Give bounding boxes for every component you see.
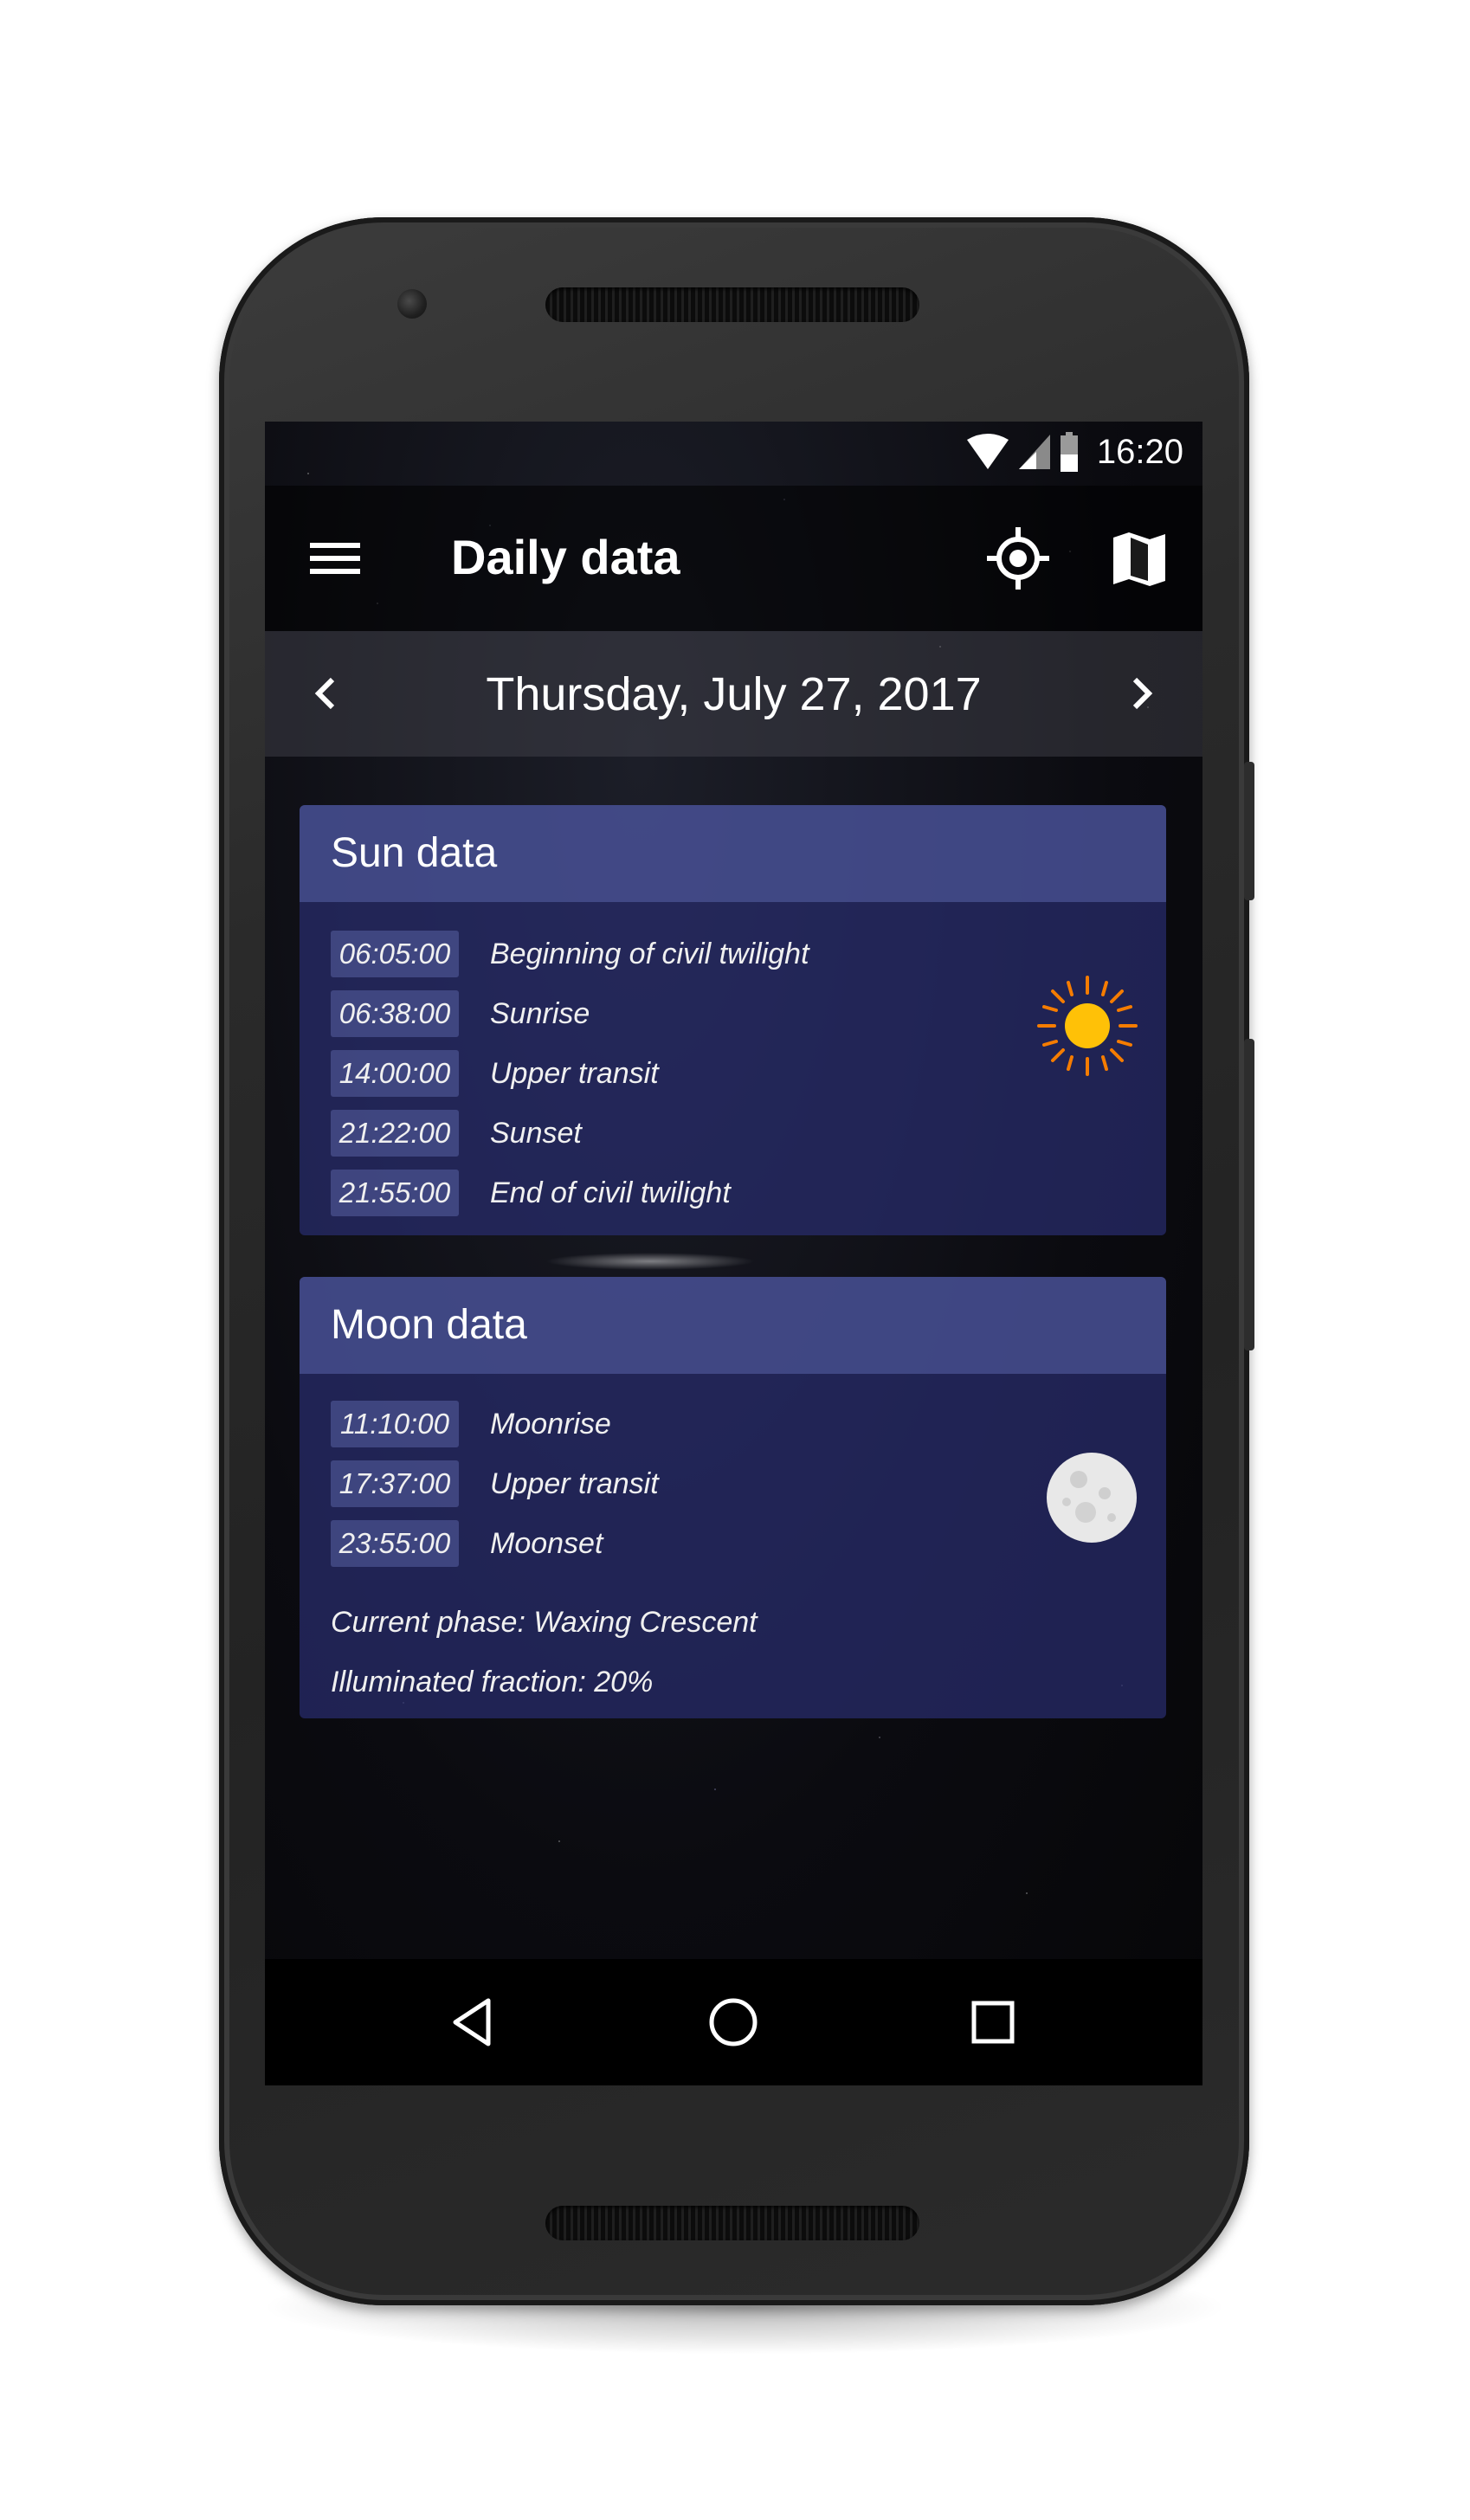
event-time: 11:10:00 (331, 1401, 459, 1447)
moon-event-row: 17:37:00 Upper transit (331, 1460, 659, 1508)
event-time: 21:22:00 (331, 1110, 459, 1157)
screen: 16:20 Daily data Thursday, July 27, 2017 (265, 422, 1202, 2085)
sun-icon (1037, 976, 1138, 1076)
moon-icon (1047, 1453, 1137, 1543)
front-camera (397, 289, 427, 319)
event-label: Beginning of civil twilight (490, 937, 809, 970)
event-time: 14:00:00 (331, 1050, 459, 1097)
event-label: Sunrise (490, 996, 590, 1030)
date-label: Thursday, July 27, 2017 (486, 668, 982, 720)
menu-icon[interactable] (308, 531, 364, 586)
moon-event-row: 11:10:00 Moonrise (331, 1400, 611, 1448)
moon-event-row: 23:55:00 Moonset (331, 1519, 603, 1568)
event-time: 17:37:00 (331, 1460, 459, 1507)
moon-card-title: Moon data (331, 1302, 527, 1348)
app-toolbar: Daily data (265, 486, 1202, 631)
event-time: 23:55:00 (331, 1520, 459, 1567)
sun-event-row: 21:22:00 Sunset (331, 1109, 582, 1157)
sun-data-card: Sun data 06:05:00 Beginning of civil twi… (300, 805, 1166, 1235)
map-icon[interactable] (1105, 524, 1174, 593)
event-label: Upper transit (490, 1466, 659, 1500)
bottom-speaker (545, 2206, 919, 2240)
cell-signal-icon (1018, 435, 1050, 469)
event-time: 21:55:00 (331, 1170, 459, 1216)
chevron-right-icon[interactable] (1114, 667, 1166, 719)
event-label: Upper transit (490, 1056, 659, 1090)
status-time: 16:20 (1096, 432, 1183, 471)
event-time: 06:05:00 (331, 931, 459, 977)
back-icon[interactable] (443, 1992, 504, 2053)
status-bar: 16:20 (265, 422, 1202, 486)
volume-button (1244, 1039, 1254, 1350)
gps-icon[interactable] (983, 524, 1053, 593)
power-button (1244, 762, 1254, 900)
status-icons: 16:20 (965, 432, 1183, 472)
battery-icon (1060, 432, 1078, 472)
event-time: 06:38:00 (331, 990, 459, 1037)
event-label: End of civil twilight (490, 1176, 731, 1209)
moon-illumination: Illuminated fraction: 20% (331, 1666, 654, 1698)
sun-card-title: Sun data (331, 830, 498, 876)
sun-event-row: 21:55:00 End of civil twilight (331, 1169, 731, 1217)
sun-event-row: 06:05:00 Beginning of civil twilight (331, 930, 809, 978)
moon-data-card: Moon data 11:10:00 Moonrise 17:37:00 Upp… (300, 1277, 1166, 1718)
home-icon[interactable] (703, 1992, 764, 2053)
recents-icon[interactable] (963, 1992, 1023, 2053)
wifi-icon (966, 434, 1009, 469)
event-label: Moonrise (490, 1407, 611, 1440)
moon-phase: Current phase: Waxing Crescent (331, 1606, 758, 1639)
date-navigator: Thursday, July 27, 2017 (265, 631, 1202, 757)
sun-event-row: 06:38:00 Sunrise (331, 989, 590, 1038)
earpiece-speaker (545, 287, 919, 322)
sun-event-row: 14:00:00 Upper transit (331, 1049, 659, 1098)
event-label: Moonset (490, 1526, 603, 1560)
page-title: Daily data (451, 530, 680, 584)
system-nav-bar (265, 1959, 1202, 2085)
event-label: Sunset (490, 1116, 582, 1150)
